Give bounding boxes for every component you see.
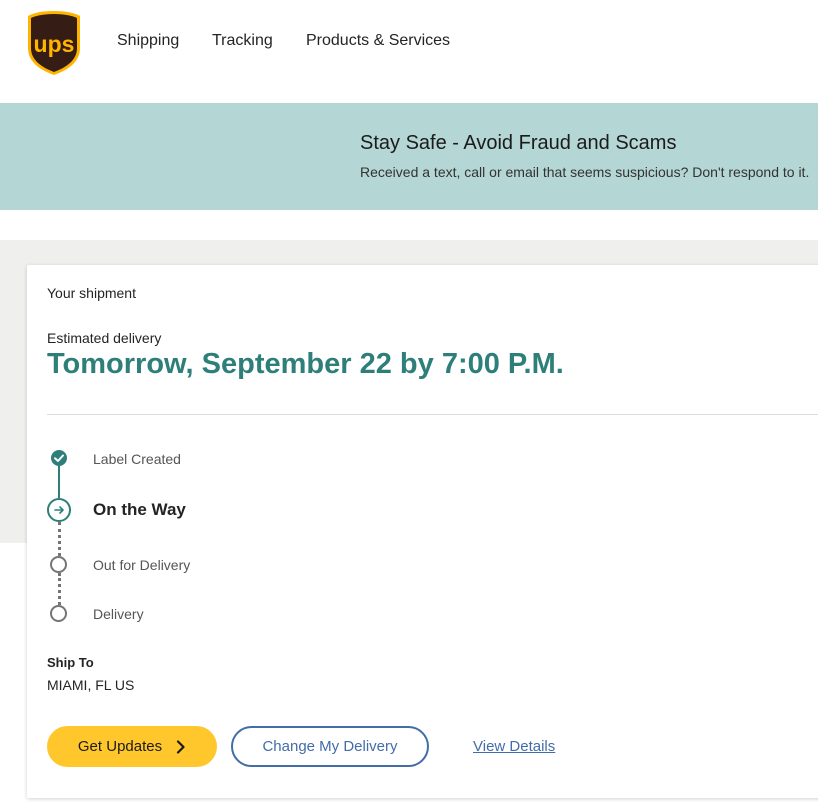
step-label-created: Label Created	[93, 451, 181, 467]
pending-step-icon	[50, 556, 67, 573]
progress-line-complete	[58, 466, 60, 498]
ups-logo[interactable]: ups	[26, 10, 82, 76]
ship-to-address: MIAMI, FL US	[47, 677, 135, 693]
divider	[47, 414, 818, 415]
site-header: ups Shipping Tracking Products & Service…	[0, 0, 818, 103]
step-on-the-way: On the Way	[93, 500, 186, 519]
pending-step-icon	[50, 605, 67, 622]
svg-text:ups: ups	[34, 31, 75, 57]
progress-line-pending	[58, 522, 61, 556]
get-updates-label: Get Updates	[77, 738, 163, 755]
step-out-for-delivery: Out for Delivery	[93, 557, 191, 573]
banner-title: Stay Safe - Avoid Fraud and Scams	[360, 132, 677, 154]
nav-products-services[interactable]: Products & Services	[306, 32, 450, 50]
shipment-heading: Your shipment	[47, 285, 136, 301]
ship-to-label: Ship To	[47, 655, 94, 670]
step-delivery: Delivery	[93, 606, 144, 622]
check-icon	[51, 450, 67, 466]
view-details-link[interactable]: View Details	[473, 738, 555, 755]
estimated-delivery-label: Estimated delivery	[47, 330, 162, 346]
banner-text: Received a text, call or email that seem…	[360, 164, 810, 180]
progress-line-pending	[58, 573, 61, 605]
change-my-delivery-button[interactable]: Change My Delivery	[231, 726, 429, 767]
fraud-alert-banner	[0, 103, 818, 210]
get-updates-button[interactable]: Get Updates	[47, 726, 217, 767]
nav-tracking[interactable]: Tracking	[212, 32, 273, 50]
chevron-right-icon	[177, 739, 185, 754]
estimated-delivery-date: Tomorrow, September 22 by 7:00 P.M.	[47, 348, 564, 380]
arrow-right-icon	[47, 498, 71, 522]
nav-shipping[interactable]: Shipping	[117, 32, 179, 50]
